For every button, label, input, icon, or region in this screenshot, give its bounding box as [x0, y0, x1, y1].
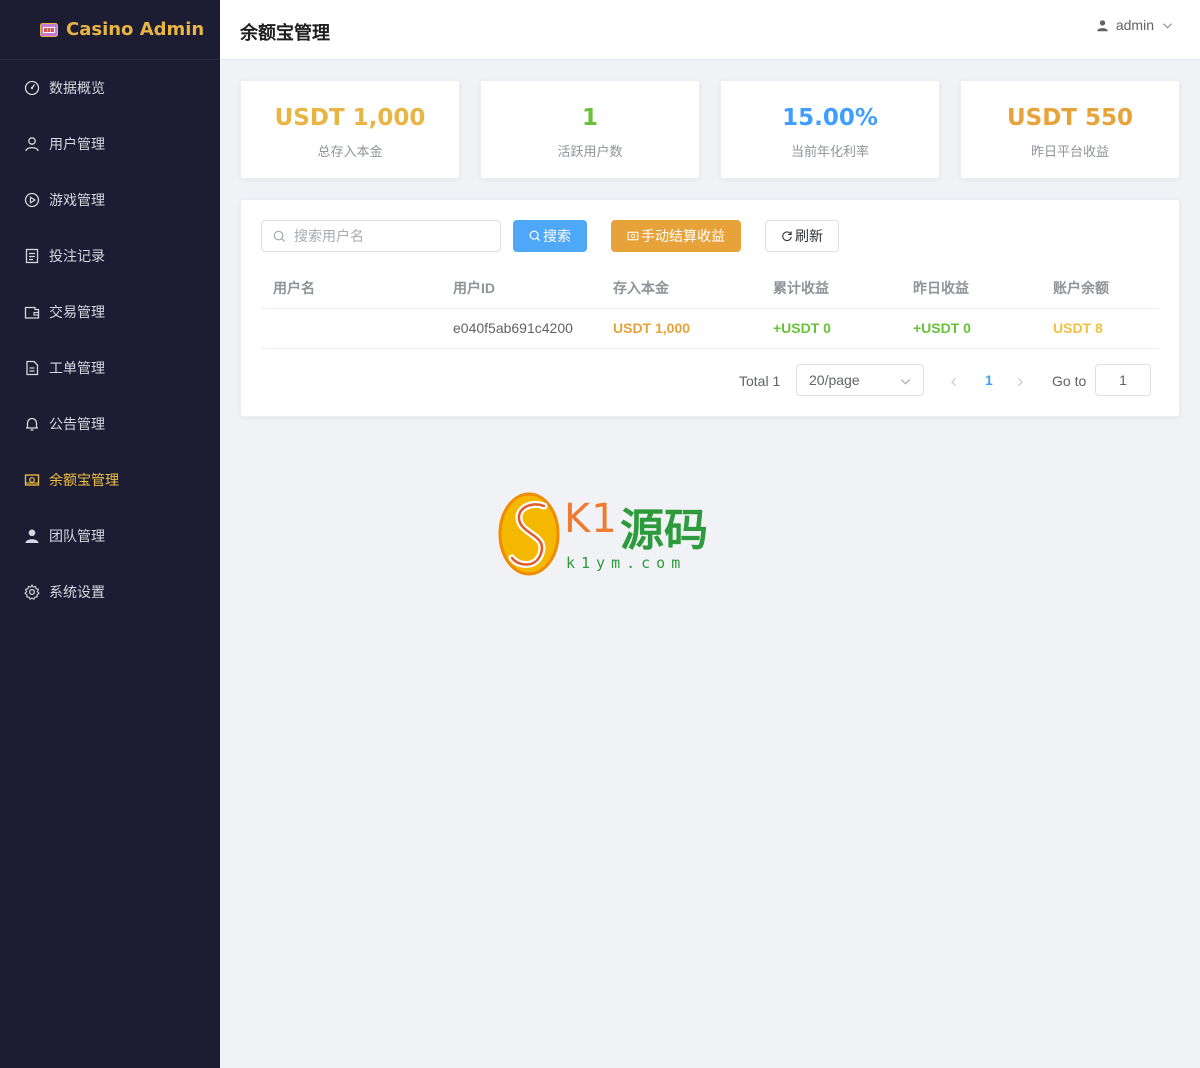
chevron-left-icon [951, 377, 957, 387]
document-icon [24, 248, 40, 264]
sidebar-item-label: 工单管理 [49, 360, 105, 376]
cell-total-income: +USDT 0 [761, 308, 901, 349]
username: admin [1115, 17, 1154, 33]
stat-label: 当前年化利率 [790, 144, 869, 159]
stat-value: USDT 550 [1006, 105, 1134, 131]
coin-logo-icon [498, 492, 560, 576]
money-icon [24, 472, 40, 488]
user-icon [24, 136, 40, 152]
prev-page-button[interactable] [949, 374, 959, 390]
manual-settle-label: 手动结算收益 [641, 228, 725, 244]
search-button[interactable]: 搜索 [513, 220, 587, 252]
dashboard-icon [24, 80, 40, 96]
cell-yesterday-income: +USDT 0 [901, 308, 1041, 349]
chevron-right-icon [1017, 377, 1023, 387]
sidebar-item-bets[interactable]: 投注记录 [0, 228, 220, 284]
watermark-brand-cn: 源码 [620, 505, 708, 556]
page-size-select[interactable]: 20/page [796, 364, 924, 396]
stat-card-active-users: 1 活跃用户数 [480, 80, 700, 179]
sidebar-item-transactions[interactable]: 交易管理 [0, 284, 220, 340]
sidebar-item-label: 用户管理 [49, 136, 105, 152]
refresh-icon [782, 231, 792, 242]
yuebao-panel: 搜索 手动结算收益 刷新 用户名 用户ID 存入本金 累计收益 昨日收益 账户余… [240, 199, 1180, 417]
cell-username [261, 308, 441, 349]
sidebar: Casino Admin 数据概览 用户管理 游戏管理 投注记录 交易管理 工单… [0, 0, 220, 1068]
play-icon [24, 192, 40, 208]
column-header: 存入本金 [601, 268, 761, 309]
sidebar-item-label: 交易管理 [49, 304, 105, 320]
sidebar-item-tickets[interactable]: 工单管理 [0, 340, 220, 396]
ticket-icon [24, 360, 40, 376]
sidebar-item-label: 数据概览 [49, 80, 105, 96]
sidebar-item-label: 团队管理 [49, 528, 105, 544]
sidebar-item-label: 余额宝管理 [49, 472, 119, 488]
goto-page-input[interactable] [1095, 364, 1151, 396]
cell-balance: USDT 8 [1041, 308, 1160, 349]
user-dropdown[interactable]: admin [1096, 17, 1180, 33]
watermark-url: k1ym.com [566, 554, 687, 572]
page-title: 余额宝管理 [240, 23, 330, 43]
page-number[interactable]: 1 [985, 372, 993, 388]
pagination-total: Total 1 [739, 373, 781, 389]
search-field[interactable] [261, 220, 501, 252]
stat-label: 昨日平台收益 [1030, 144, 1109, 159]
bell-icon [24, 416, 40, 432]
column-header: 昨日收益 [901, 268, 1041, 309]
sidebar-item-label: 系统设置 [49, 584, 105, 600]
chevron-down-icon [900, 379, 911, 385]
stat-label: 总存入本金 [317, 144, 383, 159]
refresh-button[interactable]: 刷新 [765, 220, 839, 252]
stat-label: 活跃用户数 [557, 144, 623, 159]
sidebar-item-team[interactable]: 团队管理 [0, 508, 220, 564]
watermark-logo: K1 源码 k1ym.com [498, 492, 708, 578]
sidebar-item-label: 公告管理 [49, 416, 105, 432]
stat-value: 1 [581, 105, 598, 131]
column-header: 用户名 [261, 268, 441, 309]
cell-user-id: e040f5ab691c4200 [441, 308, 601, 349]
sidebar-item-dashboard[interactable]: 数据概览 [0, 60, 220, 116]
stat-card-yesterday-income: USDT 550 昨日平台收益 [960, 80, 1180, 179]
stat-value: USDT 1,000 [274, 105, 426, 131]
search-button-label: 搜索 [543, 228, 571, 244]
column-header: 用户ID [441, 268, 601, 309]
watermark-brand-latin: K1 [564, 496, 618, 542]
search-icon [273, 230, 286, 242]
slot-machine-icon [40, 22, 58, 37]
manual-settle-button[interactable]: 手动结算收益 [611, 220, 741, 252]
page-size-value: 20/page [809, 372, 860, 388]
money-icon [627, 231, 639, 241]
sidebar-item-yuebao[interactable]: 余额宝管理 [0, 452, 220, 508]
sidebar-item-settings[interactable]: 系统设置 [0, 564, 220, 620]
top-header: 余额宝管理 admin [220, 0, 1200, 60]
search-input[interactable] [294, 228, 484, 244]
brand[interactable]: Casino Admin [0, 0, 220, 60]
user-avatar-icon [1097, 19, 1108, 31]
refresh-button-label: 刷新 [795, 228, 823, 244]
sidebar-item-label: 投注记录 [49, 248, 105, 264]
pagination: Total 1 20/page 1 Go to [241, 364, 1179, 396]
cell-principal: USDT 1,000 [601, 308, 761, 349]
sidebar-item-games[interactable]: 游戏管理 [0, 172, 220, 228]
stat-card-annual-rate: 15.00% 当前年化利率 [720, 80, 940, 179]
goto-label: Go to [1052, 373, 1087, 389]
sidebar-item-label: 游戏管理 [49, 192, 105, 208]
stat-card-total-principal: USDT 1,000 总存入本金 [240, 80, 460, 179]
table-row[interactable]: e040f5ab691c4200 USDT 1,000 +USDT 0 +USD… [261, 308, 1160, 349]
sidebar-item-announcements[interactable]: 公告管理 [0, 396, 220, 452]
column-header: 累计收益 [761, 268, 901, 309]
chevron-down-icon [1162, 22, 1173, 29]
wallet-icon [24, 304, 40, 320]
next-page-button[interactable] [1015, 374, 1025, 390]
brand-name: Casino Admin [66, 19, 205, 40]
table-header-row: 用户名 用户ID 存入本金 累计收益 昨日收益 账户余额 [261, 268, 1160, 309]
sidebar-menu: 数据概览 用户管理 游戏管理 投注记录 交易管理 工单管理 公告管理 余额宝管理… [0, 60, 220, 620]
gear-icon [24, 584, 40, 600]
search-icon [529, 230, 541, 242]
sidebar-item-users[interactable]: 用户管理 [0, 116, 220, 172]
stat-value: 15.00% [782, 105, 878, 131]
balance-table: 用户名 用户ID 存入本金 累计收益 昨日收益 账户余额 e040f5ab691… [261, 268, 1160, 349]
team-icon [24, 528, 40, 544]
column-header: 账户余额 [1041, 268, 1160, 309]
